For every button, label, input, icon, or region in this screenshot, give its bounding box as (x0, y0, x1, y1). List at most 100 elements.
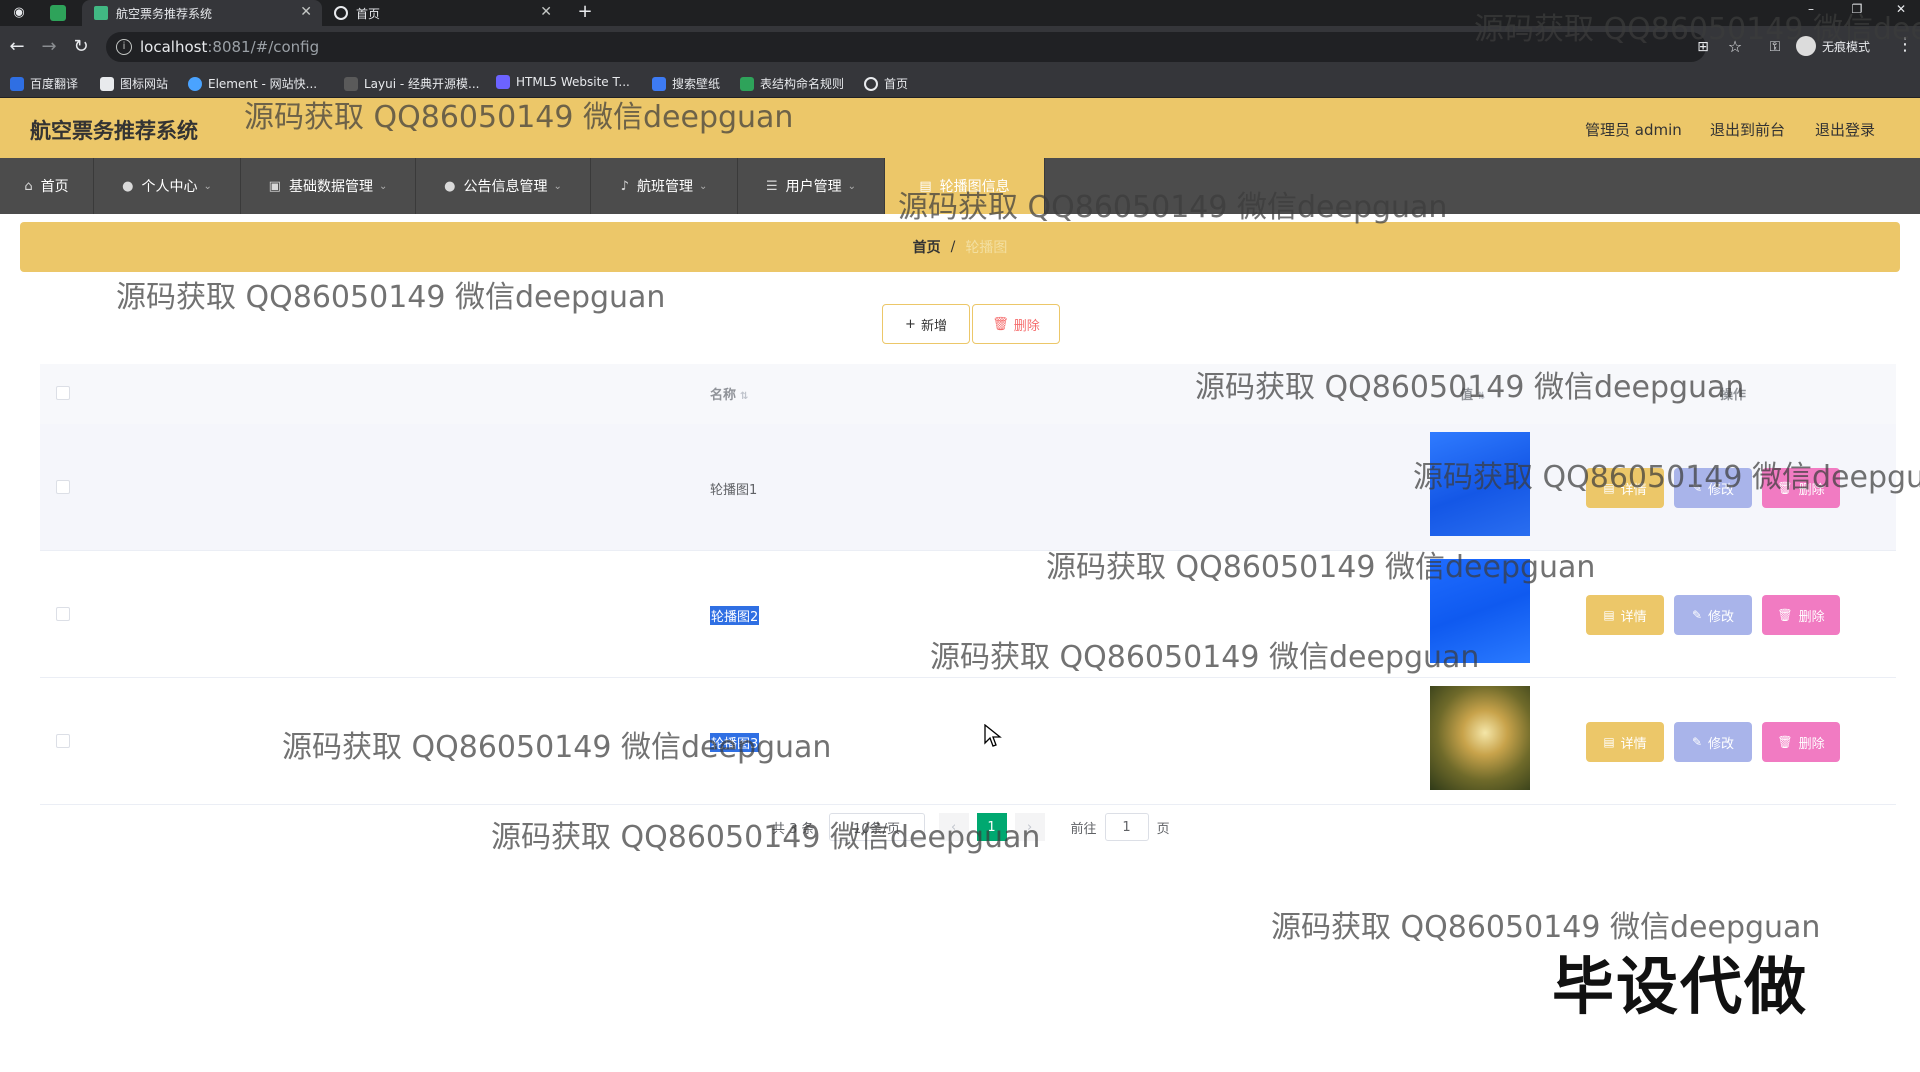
forward-icon[interactable]: → (38, 36, 60, 58)
bookmark-label: 图标网站 (120, 77, 169, 91)
sort-icon[interactable]: ⇅ (1477, 391, 1485, 402)
column-header-name[interactable]: 名称 ⇅ (710, 384, 748, 403)
pinned-tab-icon[interactable] (50, 5, 66, 21)
row-checkbox[interactable] (56, 480, 70, 494)
bookmark-item[interactable]: 首页 (864, 75, 908, 92)
goto-page-input[interactable]: 1 (1104, 813, 1149, 841)
bookmark-item[interactable]: 表结构命名规则 (740, 75, 844, 92)
url-input[interactable]: i localhost:8081/#/config (106, 32, 1706, 62)
row-checkbox[interactable] (56, 734, 70, 748)
prev-page-icon[interactable]: ‹ (938, 813, 969, 841)
document-icon: ▤ (1603, 481, 1615, 495)
user-icon: ● (444, 178, 456, 194)
bookmark-item[interactable]: 图标网站 (100, 75, 168, 92)
star-icon[interactable]: ☆ (1724, 36, 1746, 58)
edit-button[interactable]: ✎ 修改 (1674, 468, 1752, 508)
detail-button[interactable]: ▤ 详情 (1586, 722, 1664, 762)
site-info-icon[interactable]: i (116, 39, 132, 55)
bookmark-label: HTML5 Website T... (516, 75, 630, 89)
bookmark-label: Layui - 经典开源模... (364, 77, 480, 91)
batch-delete-button[interactable]: 🗑 删除 (972, 304, 1060, 344)
cell-name: 轮播图2 (710, 606, 760, 625)
delete-button[interactable]: 🗑 删除 (1762, 722, 1840, 762)
breadcrumb: 首页 / 轮播图 (20, 222, 1900, 272)
element-icon (188, 76, 202, 91)
nav-label: 公告信息管理 (463, 179, 548, 195)
page-size-select[interactable]: 10条/页 (828, 813, 925, 841)
delete-button[interactable]: 🗑 删除 (1762, 468, 1840, 508)
carousel-image (1430, 686, 1530, 790)
table-icon (740, 76, 754, 91)
edit-label: 修改 (1708, 482, 1735, 498)
list-icon: ☰ (765, 178, 778, 194)
edit-label: 修改 (1708, 736, 1735, 752)
next-page-icon[interactable]: › (1014, 813, 1045, 841)
detail-button[interactable]: ▤ 详情 (1586, 595, 1664, 635)
nav-item-base-data[interactable]: ▣ 基础数据管理 ⌄ (241, 158, 416, 214)
nav-label: 基础数据管理 (288, 179, 373, 195)
incognito-label: 无痕模式 (1822, 39, 1871, 54)
html5-icon (496, 75, 510, 89)
nav-label: 航班管理 (636, 179, 693, 195)
detail-button[interactable]: ▤ 详情 (1586, 468, 1664, 508)
table-row: 轮播图2 ▤ 详情 ✎ 修改 🗑 删除 (40, 551, 1896, 678)
table-row: 轮播图3 ▤ 详情 ✎ 修改 🗑 删除 (40, 678, 1896, 805)
select-all-checkbox[interactable] (56, 386, 70, 400)
chevron-down-icon: ⌄ (553, 180, 562, 192)
window-close-icon[interactable]: ✕ (1886, 0, 1916, 20)
row-checkbox[interactable] (56, 607, 70, 621)
close-icon[interactable]: ✕ (300, 4, 312, 20)
browser-menu-icon[interactable]: ◉ (10, 4, 28, 22)
back-icon[interactable]: ← (6, 36, 28, 58)
browser-tab[interactable]: 首页 ✕ (322, 0, 562, 26)
edit-button[interactable]: ✎ 修改 (1674, 722, 1752, 762)
page-number[interactable]: 1 (976, 813, 1007, 841)
bookmark-item[interactable]: Layui - 经典开源模... (344, 75, 479, 92)
key-icon[interactable]: ⚿ (1764, 36, 1786, 58)
nav-item-users[interactable]: ☰ 用户管理 ⌄ (738, 158, 885, 214)
delete-button[interactable]: 🗑 删除 (1762, 595, 1840, 635)
nav-item-personal[interactable]: ● 个人中心 ⌄ (94, 158, 241, 214)
address-bar-row: ← → ↻ i localhost:8081/#/config ⊞ ☆ ⚿ (0, 26, 1920, 68)
bookmark-item[interactable]: 搜索壁纸 (652, 75, 720, 92)
browser-tab-active[interactable]: 航空票务推荐系统 ✕ (82, 0, 322, 26)
close-icon[interactable]: ✕ (540, 4, 552, 20)
column-header-value[interactable]: 值 ⇅ (1460, 384, 1485, 403)
bookmark-item[interactable]: HTML5 Website T... (496, 75, 630, 89)
restore-icon[interactable]: ❐ (1842, 0, 1872, 20)
trash-icon: 🗑 (1777, 481, 1793, 495)
pagination-total: 共 3 条 (772, 821, 815, 837)
admin-label: 管理员 admin (1585, 121, 1682, 139)
incognito-badge[interactable]: 无痕模式 (1796, 36, 1870, 56)
detail-label: 详情 (1620, 609, 1647, 625)
edit-icon: ✎ (1691, 481, 1703, 495)
picture-icon: ▤ (919, 178, 932, 194)
bookmark-item[interactable]: 百度翻译 (10, 75, 78, 92)
header-label: 值 (1460, 388, 1474, 403)
table-header: 名称 ⇅ 值 ⇅ 操作 (40, 364, 1896, 424)
logout-link[interactable]: 退出登录 (1815, 119, 1875, 140)
nav-item-carousel[interactable]: ▤ 轮播图信息 (885, 158, 1045, 214)
app-header: 航空票务推荐系统 管理员 admin 退出到前台 退出登录 (0, 98, 1920, 158)
nav-item-flights[interactable]: ♪ 航班管理 ⌄ (591, 158, 738, 214)
add-label: 新增 (920, 318, 947, 334)
breadcrumb-home[interactable]: 首页 (913, 237, 941, 257)
bookmark-item[interactable]: Element - 网站快... (188, 75, 317, 92)
main-nav: ⌂ 首页 ● 个人中心 ⌄ ▣ 基础数据管理 ⌄ ● 公告信息管理 ⌄ ♪ 航班管理 ⌄ ☰ 用户管… (0, 158, 1920, 214)
trash-icon: 🗑 (992, 316, 1009, 332)
nav-item-notice[interactable]: ● 公告信息管理 ⌄ (416, 158, 591, 214)
back-to-front-link[interactable]: 退出到前台 (1710, 119, 1785, 140)
nav-item-home[interactable]: ⌂ 首页 (0, 158, 94, 214)
chevron-down-icon: ⌄ (378, 180, 388, 192)
globe-icon (334, 6, 348, 20)
sort-icon[interactable]: ⇅ (740, 391, 748, 402)
reload-icon[interactable]: ↻ (70, 36, 92, 58)
new-tab-button[interactable]: + (574, 0, 596, 26)
add-button[interactable]: + 新增 (882, 304, 970, 344)
tab-title: 首页 (356, 6, 381, 21)
browser-more-icon[interactable]: ⋮ (1896, 34, 1914, 55)
minimize-icon[interactable]: – (1796, 0, 1826, 20)
edit-button[interactable]: ✎ 修改 (1674, 595, 1752, 635)
edit-icon: ✎ (1691, 608, 1703, 622)
translate-icon[interactable]: ⊞ (1692, 36, 1714, 58)
